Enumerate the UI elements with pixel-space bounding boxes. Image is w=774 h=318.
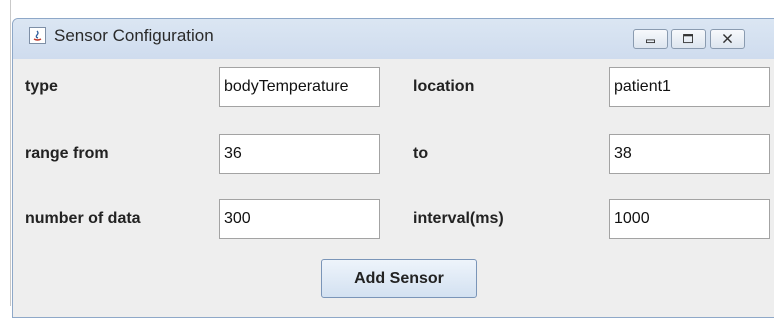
- interval-label: interval(ms): [413, 210, 504, 227]
- add-sensor-button[interactable]: Add Sensor: [321, 259, 477, 298]
- window-title: Sensor Configuration: [54, 26, 214, 45]
- to-label: to: [413, 145, 429, 162]
- type-label: type: [25, 78, 58, 95]
- minimize-button[interactable]: [633, 29, 668, 49]
- close-button[interactable]: [710, 29, 745, 49]
- java-app-icon: [29, 27, 46, 44]
- range-from-label: range from: [25, 145, 109, 162]
- maximize-icon: [683, 34, 693, 44]
- location-field[interactable]: patient1: [609, 67, 770, 107]
- close-icon: [722, 33, 733, 44]
- sensor-configuration-window: Sensor Configuration type bodyTemperatur…: [12, 18, 774, 318]
- location-label: location: [413, 78, 475, 95]
- interval-field[interactable]: 1000: [609, 199, 770, 239]
- title-bar[interactable]: Sensor Configuration: [13, 19, 774, 59]
- minimize-icon: [646, 39, 655, 44]
- background-window-edge: [10, 0, 11, 306]
- type-field[interactable]: bodyTemperature: [219, 67, 380, 107]
- maximize-button[interactable]: [671, 29, 706, 49]
- range-from-field[interactable]: 36: [219, 134, 380, 174]
- range-to-field[interactable]: 38: [609, 134, 770, 174]
- number-of-data-label: number of data: [25, 210, 141, 227]
- number-of-data-field[interactable]: 300: [219, 199, 380, 239]
